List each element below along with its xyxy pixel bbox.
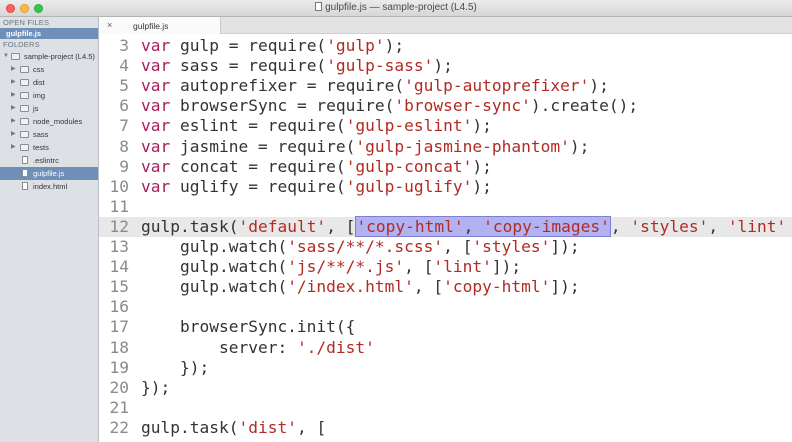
- project-folder[interactable]: ▼ sample-project (L4.5): [0, 50, 98, 63]
- line-number: 13: [109, 237, 130, 256]
- chevron-down-icon[interactable]: ▼: [3, 50, 9, 63]
- code-line[interactable]: var concat = require('gulp-concat');: [141, 157, 492, 177]
- folder-icon: [20, 92, 29, 99]
- sidebar-item-label: node_modules: [33, 117, 83, 126]
- code-line[interactable]: });: [141, 378, 170, 398]
- sidebar-item-label: img: [33, 91, 46, 100]
- folder-icon: [20, 66, 29, 73]
- line-number: 5: [119, 76, 129, 96]
- folder-icon: [20, 105, 29, 112]
- line-number: 15: [109, 277, 130, 297]
- sidebar-item-label: gulpfile.js: [33, 169, 65, 178]
- sidebar-item-label: tests: [33, 143, 49, 152]
- line-number: 22: [109, 417, 130, 437]
- window-title: gulpfile.js — sample-project (L4.5): [0, 2, 792, 13]
- sidebar: OPEN FILES gulpfile.js FOLDERS ▼ sample-…: [0, 17, 99, 442]
- document-icon: [315, 2, 323, 11]
- file-icon: [22, 156, 28, 164]
- project-label: sample-project (L4.5): [24, 52, 95, 61]
- line-number: 20: [109, 377, 130, 397]
- code-line[interactable]: var jasmine = require('gulp-jasmine-phan…: [141, 137, 589, 157]
- sidebar-item-sass[interactable]: ▶ sass: [0, 128, 98, 141]
- sidebar-item-label: .eslintrc: [33, 156, 59, 165]
- code-line[interactable]: var uglify = require('gulp-uglify');: [141, 177, 492, 197]
- chevron-right-icon[interactable]: ▶: [11, 141, 16, 154]
- text-selection[interactable]: 'copy-html', 'copy-images': [355, 215, 611, 237]
- sidebar-item-label: js: [33, 104, 39, 113]
- line-number: 3: [119, 36, 129, 55]
- sidebar-item-dist[interactable]: ▶ dist: [0, 76, 98, 89]
- tab-gulpfile[interactable]: × gulpfile.js: [99, 17, 221, 34]
- line-number: 4: [119, 56, 129, 76]
- sidebar-item-css[interactable]: ▶ css: [0, 63, 98, 76]
- folder-icon: [20, 131, 29, 138]
- sidebar-item-label: dist: [33, 78, 45, 87]
- chevron-right-icon[interactable]: ▶: [11, 115, 16, 128]
- code-line[interactable]: gulp.watch('js/**/*.js', ['lint']);: [141, 257, 521, 277]
- line-number: 18: [109, 337, 130, 357]
- chevron-right-icon[interactable]: ▶: [11, 128, 16, 141]
- code-line[interactable]: gulp.task('default', ['copy-html', 'copy…: [141, 215, 786, 237]
- sidebar-item-index-html[interactable]: index.html: [0, 180, 98, 193]
- code-line[interactable]: gulp.watch('/index.html', ['copy-html'])…: [141, 277, 580, 297]
- sidebar-item-eslintrc[interactable]: .eslintrc: [0, 154, 98, 167]
- line-number: 10: [109, 176, 130, 196]
- code-line[interactable]: var eslint = require('gulp-eslint');: [141, 116, 492, 136]
- folders-header: FOLDERS: [3, 40, 40, 49]
- line-number: 19: [109, 357, 130, 377]
- line-number: 6: [119, 96, 129, 116]
- sidebar-item-label: index.html: [33, 182, 68, 191]
- sidebar-item-gulpfile-js[interactable]: gulpfile.js: [0, 167, 98, 180]
- sidebar-item-js[interactable]: ▶ js: [0, 102, 98, 115]
- code-line[interactable]: var autoprefixer = require('gulp-autopre…: [141, 76, 609, 96]
- code-line[interactable]: });: [141, 358, 209, 378]
- code-line[interactable]: server: './dist': [141, 338, 375, 358]
- line-number: 14: [109, 257, 130, 277]
- folder-icon: [20, 118, 29, 125]
- file-icon: [22, 169, 28, 177]
- code-line[interactable]: browserSync.init({: [141, 317, 355, 337]
- line-number: 11: [109, 196, 130, 216]
- window-title-text: gulpfile.js — sample-project (L4.5): [325, 2, 477, 13]
- sidebar-item-node-modules[interactable]: ▶ node_modules: [0, 115, 98, 128]
- chevron-right-icon[interactable]: ▶: [11, 76, 16, 89]
- open-files-header: OPEN FILES: [3, 18, 50, 27]
- folder-icon: [20, 144, 29, 151]
- title-bar: gulpfile.js — sample-project (L4.5): [0, 0, 792, 17]
- line-number: 12: [109, 216, 130, 236]
- code-line[interactable]: var browserSync = require('browser-sync'…: [141, 96, 638, 116]
- code-line[interactable]: gulp.watch('sass/**/*.scss', ['styles'])…: [141, 237, 580, 257]
- sidebar-item-label: css: [33, 65, 45, 74]
- tab-label: gulpfile.js: [133, 21, 169, 31]
- close-icon[interactable]: ×: [107, 20, 112, 30]
- line-number: 9: [119, 156, 129, 176]
- folder-icon: [20, 79, 29, 86]
- sidebar-item-img[interactable]: ▶ img: [0, 89, 98, 102]
- code-line[interactable]: var sass = require('gulp-sass');: [141, 56, 453, 76]
- open-file-item[interactable]: gulpfile.js: [0, 28, 98, 39]
- chevron-right-icon[interactable]: ▶: [11, 89, 16, 102]
- code-editor[interactable]: 3 var gulp = require('gulp'); 4 var sass = …: [99, 34, 792, 442]
- chevron-right-icon[interactable]: ▶: [11, 102, 16, 115]
- line-number: 21: [109, 397, 130, 417]
- chevron-right-icon[interactable]: ▶: [11, 63, 16, 76]
- code-line[interactable]: var gulp = require('gulp');: [141, 36, 404, 56]
- sidebar-item-tests[interactable]: ▶ tests: [0, 141, 98, 154]
- sidebar-item-label: sass: [33, 130, 49, 139]
- line-number: 7: [119, 116, 129, 136]
- line-number: 17: [109, 317, 130, 337]
- line-number: 16: [109, 297, 130, 317]
- line-number: 8: [119, 136, 129, 156]
- folder-icon: [11, 53, 20, 60]
- code-line[interactable]: gulp.task('dist', [: [141, 418, 326, 438]
- tab-bar: × gulpfile.js: [99, 17, 792, 34]
- file-icon: [22, 182, 28, 190]
